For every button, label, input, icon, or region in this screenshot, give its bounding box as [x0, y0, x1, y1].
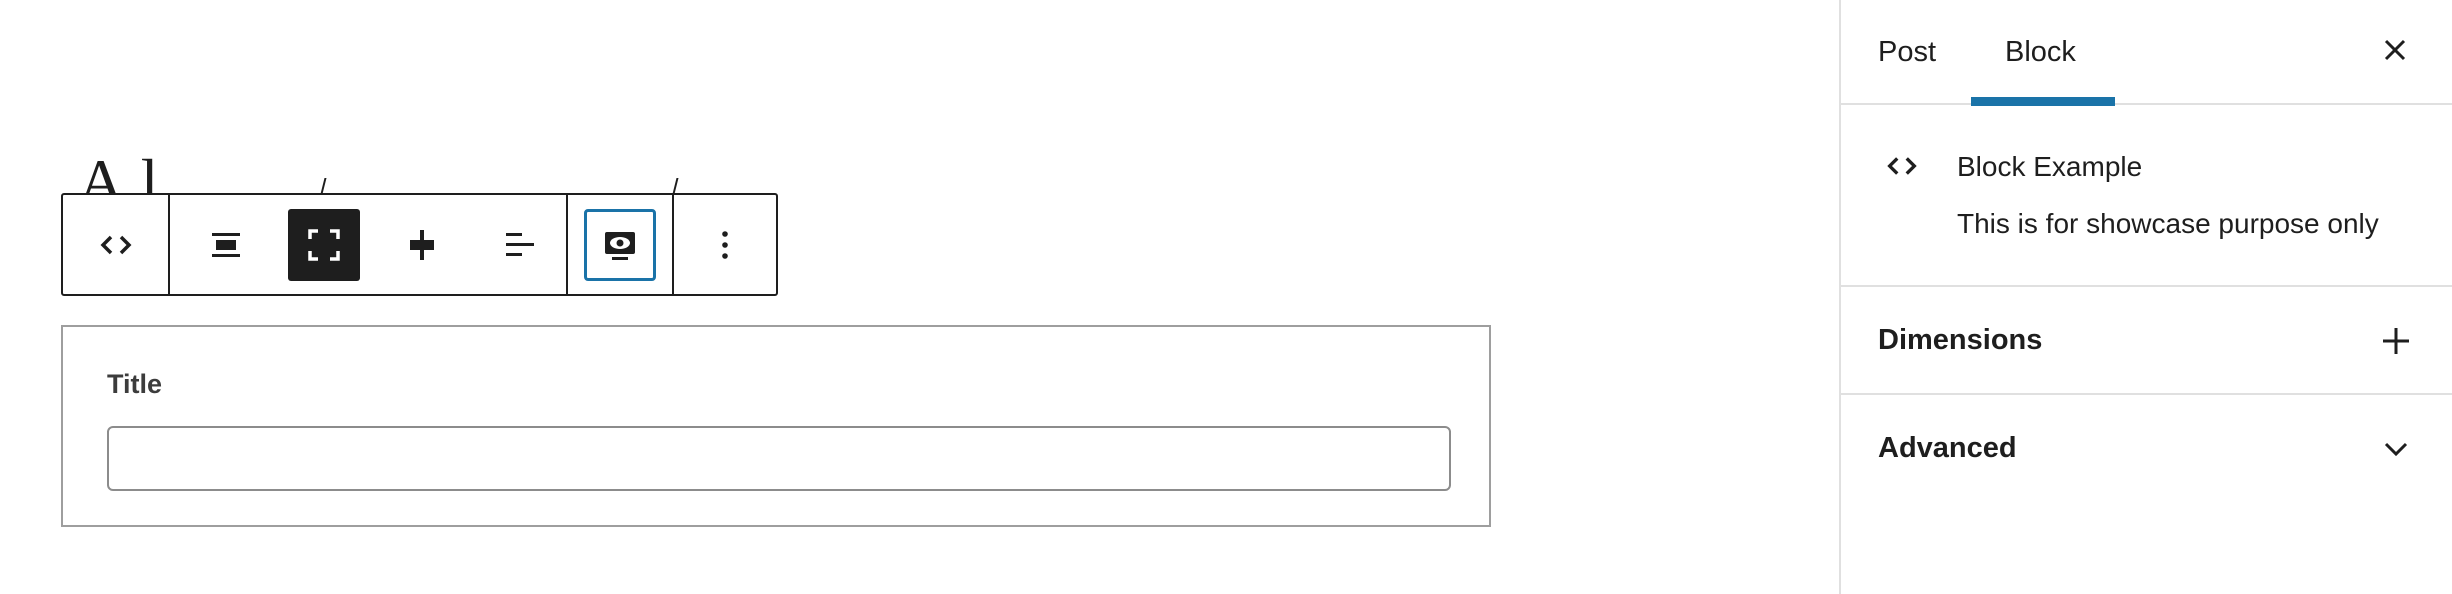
example-block[interactable]: Title — [61, 325, 1491, 527]
panel-dimensions[interactable]: Dimensions — [1841, 287, 2452, 395]
align-wide-icon — [212, 232, 240, 257]
panel-advanced[interactable]: Advanced — [1841, 395, 2452, 503]
code-brackets-icon — [100, 235, 131, 254]
toolbar-group-alignment — [168, 195, 566, 294]
justify-center-button[interactable] — [386, 209, 458, 281]
title-field-label: Title — [107, 369, 163, 399]
panel-dimensions-title: Dimensions — [1878, 324, 2043, 356]
sidebar-tabs: Post Block — [1841, 0, 2452, 106]
block-toolbar — [61, 193, 778, 296]
align-wide-button[interactable] — [190, 209, 262, 281]
justify-center-icon — [410, 229, 434, 260]
preview-button[interactable] — [584, 208, 656, 281]
preview-eye-icon — [605, 231, 635, 260]
editor-canvas: A l Title — [0, 0, 1840, 594]
tab-post[interactable]: Post — [1878, 36, 1936, 69]
panel-advanced-title: Advanced — [1878, 432, 2017, 464]
title-input[interactable] — [107, 426, 1451, 491]
tab-block[interactable]: Block — [2005, 36, 2076, 69]
align-full-button[interactable] — [288, 208, 360, 281]
align-left-icon — [506, 232, 534, 256]
more-options-button[interactable] — [689, 209, 761, 281]
plus-icon — [2383, 328, 2409, 354]
toolbar-group-options — [672, 195, 776, 294]
block-card-title: Block Example — [1957, 151, 2143, 182]
chevron-down-icon — [2384, 442, 2408, 457]
block-type-button[interactable] — [80, 209, 152, 281]
align-left-button[interactable] — [484, 209, 556, 281]
code-brackets-icon — [1887, 157, 1917, 175]
fullscreen-icon — [308, 228, 340, 261]
toolbar-group-preview — [566, 195, 672, 294]
block-card-description: This is for showcase purpose only — [1957, 208, 2379, 239]
block-card: Block Example This is for showcase purpo… — [1841, 105, 2452, 287]
settings-sidebar: Post Block Block Example This is for sho… — [1839, 0, 2452, 594]
toolbar-group-block-type — [63, 195, 168, 294]
dimensions-toggle-button[interactable] — [2377, 322, 2415, 360]
advanced-toggle-button[interactable] — [2377, 430, 2415, 468]
vertical-ellipsis-icon — [722, 230, 728, 259]
close-icon — [2384, 39, 2406, 61]
close-sidebar-button[interactable] — [2377, 32, 2413, 68]
